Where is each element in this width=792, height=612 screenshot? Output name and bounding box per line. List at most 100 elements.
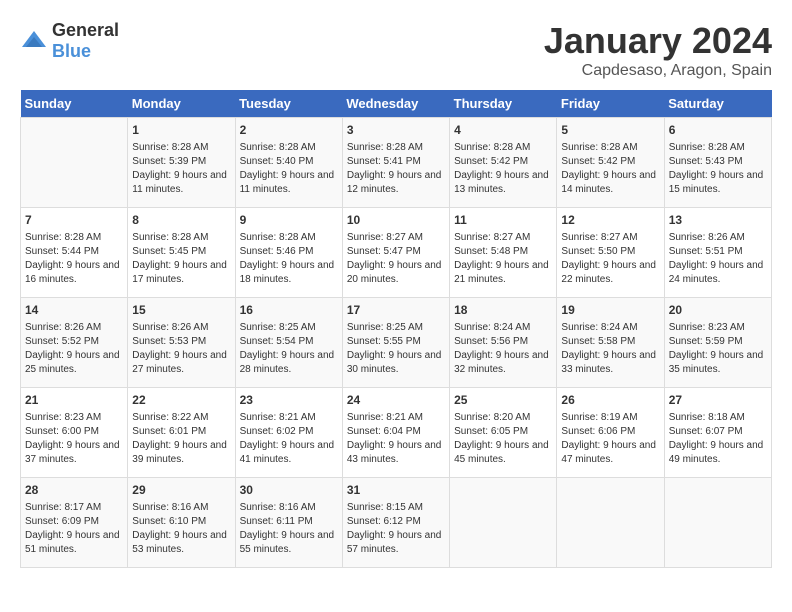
day-number: 13 [669, 212, 767, 229]
calendar-cell: 18Sunrise: 8:24 AMSunset: 5:56 PMDayligh… [450, 298, 557, 388]
day-number: 27 [669, 392, 767, 409]
calendar-cell: 2 Sunrise: 8:28 AMSunset: 5:40 PMDaylight… [235, 118, 342, 208]
weekday-tuesday: Tuesday [235, 90, 342, 118]
day-number: 30 [240, 482, 338, 499]
day-number: 23 [240, 392, 338, 409]
calendar-cell: 17 Sunrise: 8:25 AMSunset: 5:55 PMDayligh… [342, 298, 449, 388]
day-number: 6 [669, 122, 767, 139]
calendar-cell: 30Sunrise: 8:16 AMSunset: 6:11 PMDayligh… [235, 478, 342, 568]
calendar-cell: 15 Sunrise: 8:26 AMSunset: 5:53 PMDayligh… [128, 298, 235, 388]
calendar-cell: 4 Sunrise: 8:28 AMSunset: 5:42 PMDaylight… [450, 118, 557, 208]
day-info: Sunrise: 8:26 AMSunset: 5:53 PMDaylight:… [132, 321, 230, 377]
calendar-cell: 26Sunrise: 8:19 AMSunset: 6:06 PMDayligh… [557, 388, 664, 478]
logo-blue: Blue [52, 41, 91, 61]
calendar-cell: 27 Sunrise: 8:18 AMSunset: 6:07 PMDayligh… [664, 388, 771, 478]
day-info: Sunrise: 8:28 AMSunset: 5:42 PMDaylight:… [561, 141, 659, 197]
day-number: 14 [25, 302, 123, 319]
calendar-body: 1 Sunrise: 8:28 AMSunset: 5:39 PMDaylight… [21, 118, 772, 568]
day-number: 15 [132, 302, 230, 319]
calendar-week-5: 28Sunrise: 8:17 AMSunset: 6:09 PMDayligh… [21, 478, 772, 568]
day-number: 29 [132, 482, 230, 499]
day-number: 2 [240, 122, 338, 139]
day-number: 17 [347, 302, 445, 319]
weekday-wednesday: Wednesday [342, 90, 449, 118]
day-number: 21 [25, 392, 123, 409]
calendar-cell: 12Sunrise: 8:27 AMSunset: 5:50 PMDayligh… [557, 208, 664, 298]
calendar-cell [664, 478, 771, 568]
calendar-table: SundayMondayTuesdayWednesdayThursdayFrid… [20, 90, 772, 568]
day-info: Sunrise: 8:28 AMSunset: 5:44 PMDaylight:… [25, 231, 123, 287]
title-block: January 2024 Capdesaso, Aragon, Spain [544, 20, 772, 80]
calendar-cell: 10 Sunrise: 8:27 AMSunset: 5:47 PMDayligh… [342, 208, 449, 298]
calendar-week-4: 21 Sunrise: 8:23 AMSunset: 6:00 PMDayligh… [21, 388, 772, 478]
day-number: 28 [25, 482, 123, 499]
weekday-sunday: Sunday [21, 90, 128, 118]
day-number: 19 [561, 302, 659, 319]
calendar-cell: 23 Sunrise: 8:21 AMSunset: 6:02 PMDayligh… [235, 388, 342, 478]
calendar-cell: 3Sunrise: 8:28 AMSunset: 5:41 PMDaylight… [342, 118, 449, 208]
day-info: Sunrise: 8:20 AMSunset: 6:05 PMDaylight:… [454, 411, 552, 467]
calendar-week-1: 1 Sunrise: 8:28 AMSunset: 5:39 PMDaylight… [21, 118, 772, 208]
weekday-friday: Friday [557, 90, 664, 118]
day-number: 31 [347, 482, 445, 499]
calendar-cell [450, 478, 557, 568]
page-header: General Blue January 2024 Capdesaso, Ara… [20, 20, 772, 80]
calendar-cell: 9Sunrise: 8:28 AMSunset: 5:46 PMDaylight… [235, 208, 342, 298]
day-info: Sunrise: 8:21 AMSunset: 6:04 PMDaylight:… [347, 411, 445, 467]
day-number: 26 [561, 392, 659, 409]
calendar-cell: 28Sunrise: 8:17 AMSunset: 6:09 PMDayligh… [21, 478, 128, 568]
day-info: Sunrise: 8:28 AMSunset: 5:46 PMDaylight:… [240, 231, 338, 287]
calendar-week-2: 7 Sunrise: 8:28 AMSunset: 5:44 PMDaylight… [21, 208, 772, 298]
weekday-saturday: Saturday [664, 90, 771, 118]
day-info: Sunrise: 8:23 AMSunset: 6:00 PMDaylight:… [25, 411, 123, 467]
calendar-cell: 21 Sunrise: 8:23 AMSunset: 6:00 PMDayligh… [21, 388, 128, 478]
day-info: Sunrise: 8:15 AMSunset: 6:12 PMDaylight:… [347, 501, 445, 557]
calendar-cell: 14Sunrise: 8:26 AMSunset: 5:52 PMDayligh… [21, 298, 128, 388]
day-info: Sunrise: 8:28 AMSunset: 5:45 PMDaylight:… [132, 231, 230, 287]
day-number: 8 [132, 212, 230, 229]
day-info: Sunrise: 8:26 AMSunset: 5:51 PMDaylight:… [669, 231, 767, 287]
calendar-cell: 16 Sunrise: 8:25 AMSunset: 5:54 PMDayligh… [235, 298, 342, 388]
day-info: Sunrise: 8:25 AMSunset: 5:55 PMDaylight:… [347, 321, 445, 377]
calendar-cell: 1 Sunrise: 8:28 AMSunset: 5:39 PMDaylight… [128, 118, 235, 208]
calendar-week-3: 14Sunrise: 8:26 AMSunset: 5:52 PMDayligh… [21, 298, 772, 388]
day-number: 22 [132, 392, 230, 409]
weekday-header-row: SundayMondayTuesdayWednesdayThursdayFrid… [21, 90, 772, 118]
day-number: 11 [454, 212, 552, 229]
day-info: Sunrise: 8:16 AMSunset: 6:10 PMDaylight:… [132, 501, 230, 557]
day-info: Sunrise: 8:24 AMSunset: 5:58 PMDaylight:… [561, 321, 659, 377]
day-number: 5 [561, 122, 659, 139]
calendar-cell: 22Sunrise: 8:22 AMSunset: 6:01 PMDayligh… [128, 388, 235, 478]
day-number: 18 [454, 302, 552, 319]
day-number: 4 [454, 122, 552, 139]
day-info: Sunrise: 8:28 AMSunset: 5:40 PMDaylight:… [240, 141, 338, 197]
day-number: 7 [25, 212, 123, 229]
day-info: Sunrise: 8:28 AMSunset: 5:42 PMDaylight:… [454, 141, 552, 197]
weekday-thursday: Thursday [450, 90, 557, 118]
month-title: January 2024 [544, 20, 772, 62]
calendar-cell: 13 Sunrise: 8:26 AMSunset: 5:51 PMDayligh… [664, 208, 771, 298]
day-number: 1 [132, 122, 230, 139]
calendar-cell: 8 Sunrise: 8:28 AMSunset: 5:45 PMDaylight… [128, 208, 235, 298]
calendar-cell: 25Sunrise: 8:20 AMSunset: 6:05 PMDayligh… [450, 388, 557, 478]
day-info: Sunrise: 8:28 AMSunset: 5:43 PMDaylight:… [669, 141, 767, 197]
day-number: 24 [347, 392, 445, 409]
day-info: Sunrise: 8:25 AMSunset: 5:54 PMDaylight:… [240, 321, 338, 377]
day-number: 10 [347, 212, 445, 229]
location-title: Capdesaso, Aragon, Spain [544, 62, 772, 80]
calendar-cell: 20Sunrise: 8:23 AMSunset: 5:59 PMDayligh… [664, 298, 771, 388]
day-info: Sunrise: 8:18 AMSunset: 6:07 PMDaylight:… [669, 411, 767, 467]
day-info: Sunrise: 8:28 AMSunset: 5:41 PMDaylight:… [347, 141, 445, 197]
day-info: Sunrise: 8:27 AMSunset: 5:50 PMDaylight:… [561, 231, 659, 287]
day-info: Sunrise: 8:28 AMSunset: 5:39 PMDaylight:… [132, 141, 230, 197]
logo: General Blue [20, 20, 119, 62]
calendar-cell: 6 Sunrise: 8:28 AMSunset: 5:43 PMDaylight… [664, 118, 771, 208]
day-number: 16 [240, 302, 338, 319]
day-info: Sunrise: 8:27 AMSunset: 5:47 PMDaylight:… [347, 231, 445, 287]
logo-icon [20, 27, 48, 55]
calendar-cell: 5 Sunrise: 8:28 AMSunset: 5:42 PMDaylight… [557, 118, 664, 208]
calendar-cell: 19 Sunrise: 8:24 AMSunset: 5:58 PMDayligh… [557, 298, 664, 388]
calendar-cell: 29 Sunrise: 8:16 AMSunset: 6:10 PMDayligh… [128, 478, 235, 568]
logo-general: General [52, 20, 119, 40]
day-info: Sunrise: 8:21 AMSunset: 6:02 PMDaylight:… [240, 411, 338, 467]
